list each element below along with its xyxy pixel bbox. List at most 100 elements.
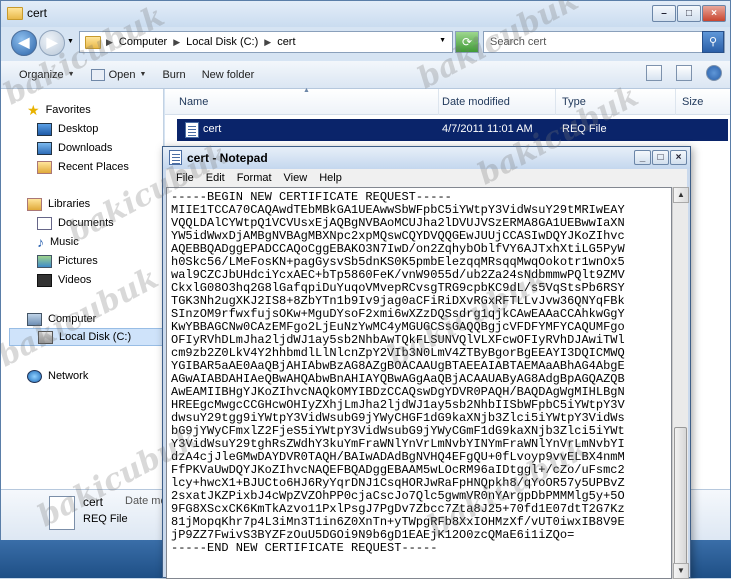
navigation-pane: ★ Favorites Desktop Downloads Recent Plac… (1, 89, 164, 489)
recent-pages-chevron-icon[interactable]: ▼ (67, 38, 74, 45)
preview-pane-icon[interactable] (676, 65, 692, 81)
refresh-button[interactable]: ⟳ (455, 31, 479, 53)
music-icon: ♪ (37, 234, 44, 250)
downloads-icon (37, 141, 52, 155)
breadcrumb-computer[interactable]: Computer (119, 36, 167, 48)
nav-documents[interactable]: Documents (37, 214, 114, 232)
organize-button[interactable]: Organize ▼ (11, 64, 83, 86)
window-title: cert (27, 6, 48, 20)
nav-favorites[interactable]: ★ Favorites (27, 101, 91, 119)
breadcrumb-cert[interactable]: cert (277, 36, 295, 48)
column-type[interactable]: Type (556, 89, 676, 115)
maximize-button[interactable]: □ (677, 5, 701, 22)
menu-file[interactable]: File (170, 169, 200, 187)
drive-icon (38, 330, 53, 344)
menu-edit[interactable]: Edit (200, 169, 231, 187)
column-headers: Name ▲ Date modified Type Size (165, 87, 730, 115)
nav-pictures[interactable]: Pictures (37, 252, 98, 270)
nav-music[interactable]: ♪ Music (37, 233, 79, 251)
vertical-scrollbar[interactable]: ▲ ▼ (672, 187, 689, 579)
desktop-icon (37, 122, 52, 136)
network-icon (27, 369, 42, 383)
details-name: cert (83, 495, 104, 509)
nav-label: Network (48, 370, 89, 382)
close-button[interactable]: × (702, 5, 726, 22)
videos-icon (37, 273, 52, 287)
nav-downloads[interactable]: Downloads (37, 139, 112, 157)
address-bar[interactable]: ▶ Computer ▶ Local Disk (C:) ▶ cert ▼ (79, 31, 453, 53)
text-line: -----END NEW CERTIFICATE REQUEST----- (171, 541, 438, 555)
command-toolbar: Organize ▼ Open ▼ Burn New folder (1, 61, 730, 89)
breadcrumb-separator-icon: ▶ (173, 36, 181, 47)
nav-libraries[interactable]: Libraries (27, 195, 90, 213)
navigation-bar: ◀ ▶ ▼ ▶ Computer ▶ Local Disk (C:) ▶ cer… (1, 27, 730, 59)
search-input[interactable]: Search cert ⚲ (483, 31, 725, 53)
nav-label: Local Disk (C:) (59, 331, 132, 343)
nav-label: Computer (48, 313, 97, 325)
notepad-close-button[interactable]: × (670, 150, 687, 165)
notepad-maximize-button[interactable]: □ (652, 150, 669, 165)
nav-label: Documents (58, 217, 114, 229)
search-placeholder: Search cert (490, 36, 547, 48)
change-view-icon[interactable] (646, 65, 662, 81)
notepad-window: cert - Notepad _ □ × File Edit Format Vi… (162, 146, 691, 579)
address-dropdown-icon[interactable]: ▼ (439, 37, 446, 44)
folder-icon (85, 36, 101, 49)
minimize-button[interactable]: – (652, 5, 676, 22)
file-row-cert[interactable]: cert 4/7/2011 11:01 AM REQ File (177, 119, 728, 141)
menu-help[interactable]: Help (313, 169, 348, 187)
recent-places-icon (37, 160, 52, 174)
back-button[interactable]: ◀ (11, 30, 37, 56)
nav-recent-places[interactable]: Recent Places (37, 158, 129, 176)
nav-label: Videos (58, 274, 92, 286)
folder-icon (7, 7, 23, 20)
star-icon: ★ (27, 101, 40, 118)
explorer-titlebar[interactable]: cert – □ × (1, 1, 730, 27)
nav-network[interactable]: Network (27, 367, 88, 385)
notepad-titlebar[interactable]: cert - Notepad _ □ × (163, 147, 690, 169)
dropdown-caret-icon: ▼ (139, 70, 147, 78)
column-date-modified[interactable]: Date modified (436, 89, 556, 115)
scrollbar-thumb[interactable] (674, 427, 687, 567)
open-icon (90, 68, 105, 81)
nav-label: Desktop (58, 123, 99, 135)
menu-view[interactable]: View (278, 169, 314, 187)
documents-icon (37, 216, 52, 230)
scroll-up-icon[interactable]: ▲ (673, 187, 689, 203)
burn-button[interactable]: Burn (154, 64, 193, 86)
details-type: REQ File (83, 513, 128, 525)
forward-button[interactable]: ▶ (39, 30, 65, 56)
search-icon[interactable]: ⚲ (702, 31, 724, 53)
nav-label: Favorites (45, 104, 91, 116)
req-file-icon (185, 122, 199, 138)
file-name: cert (203, 123, 222, 135)
nav-videos[interactable]: Videos (37, 271, 91, 289)
new-folder-button[interactable]: New folder (194, 64, 263, 86)
organize-label: Organize (19, 68, 64, 81)
nav-label: Pictures (58, 255, 98, 267)
nav-label: Music (50, 236, 79, 248)
burn-label: Burn (162, 68, 186, 81)
menu-format[interactable]: Format (231, 169, 278, 187)
new-folder-label: New folder (201, 68, 255, 81)
breadcrumb-separator-icon: ▶ (106, 36, 113, 47)
nav-desktop[interactable]: Desktop (37, 120, 98, 138)
nav-local-disk[interactable]: Local Disk (C:) (9, 328, 163, 346)
nav-computer[interactable]: Computer (27, 310, 96, 328)
notepad-menubar: File Edit Format View Help (166, 169, 687, 187)
column-size[interactable]: Size (676, 89, 730, 115)
notepad-title: cert - Notepad (187, 151, 268, 165)
breadcrumb-local-disk[interactable]: Local Disk (C:) (186, 36, 258, 48)
open-button[interactable]: Open ▼ (83, 64, 155, 86)
breadcrumb-separator-icon: ▶ (264, 36, 272, 47)
notepad-minimize-button[interactable]: _ (634, 150, 651, 165)
nav-label: Recent Places (58, 161, 129, 173)
notepad-text-area[interactable]: -----BEGIN NEW CERTIFICATE REQUEST----- … (166, 187, 672, 579)
file-date: 4/7/2011 11:01 AM (442, 123, 533, 135)
libraries-icon (27, 197, 42, 211)
pictures-icon (37, 254, 52, 268)
scroll-down-icon[interactable]: ▼ (673, 563, 689, 579)
nav-label: Libraries (48, 198, 91, 210)
help-icon[interactable] (706, 65, 722, 81)
computer-icon (27, 312, 42, 326)
